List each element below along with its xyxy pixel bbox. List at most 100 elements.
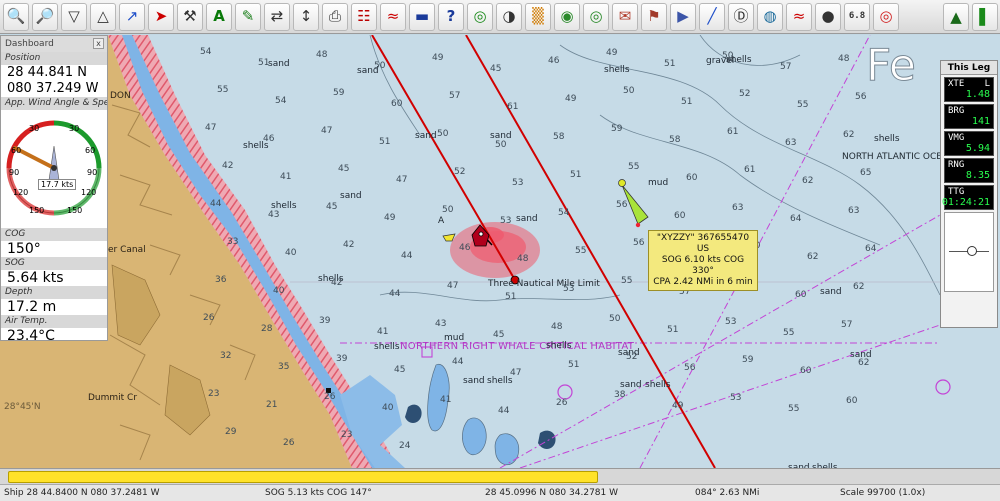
- leg-unit: L: [984, 79, 990, 89]
- depth-sounding: 45: [490, 64, 502, 74]
- depth-contour-3: [369, 35, 801, 136]
- chart-bar-thumb[interactable]: [8, 471, 598, 483]
- ais-toggle-icon[interactable]: Ⓓ: [728, 2, 754, 31]
- ais-target-name: "XYZZY" 367655470 US: [656, 233, 750, 254]
- radar-sweep-icon[interactable]: ◎: [583, 2, 609, 31]
- measure-icon[interactable]: ╱: [699, 2, 725, 31]
- track-icon[interactable]: ↕: [293, 2, 319, 31]
- canal-label: er Canal: [108, 245, 146, 255]
- depth-sounding: 51: [664, 59, 676, 69]
- depth-sounding: 46: [263, 134, 275, 144]
- settings-tools-icon[interactable]: ⚒: [177, 2, 203, 31]
- depth-sounding: 55: [217, 85, 229, 95]
- chart-scale-down-icon[interactable]: ▽: [61, 2, 87, 31]
- help-icon[interactable]: ?: [438, 2, 464, 31]
- depth-sounding: 38: [614, 390, 626, 400]
- leg-key: XTE: [948, 79, 965, 89]
- depth-sounding: 36: [215, 275, 227, 285]
- depth-sounding: 58: [669, 135, 681, 145]
- opencpn-window: 🔍 🔎 ▽ △ ↗ ➤ ⚒ A ✎ ⇄ ↕ ⎙ ☷ ≈ ▬ ? ◎ ◑ ▒ ◉ …: [0, 0, 1000, 501]
- nautical-chart-canvas[interactable]: NORTH ATLANTIC OCE Three Nautical Mile L…: [0, 35, 1000, 468]
- seabed-label: sand: [463, 376, 485, 386]
- depth-sounding: 53: [730, 393, 742, 403]
- gauge-tick: 90: [9, 168, 20, 177]
- lifebuoy-icon[interactable]: ◎: [873, 2, 899, 31]
- depth-sounding: 41: [280, 172, 292, 182]
- depth-sounding: 60: [674, 211, 686, 221]
- depth-sounding: 60: [795, 290, 807, 300]
- depth-sounding: 61: [727, 127, 739, 137]
- depth-sounding: 48: [316, 50, 328, 60]
- zoom-out-icon[interactable]: 🔎: [32, 2, 58, 31]
- depth-sounding: 52: [739, 89, 751, 99]
- chart-bar[interactable]: [0, 468, 1000, 484]
- logbook-icon[interactable]: ✉: [612, 2, 638, 31]
- depth-sounding: 47: [447, 281, 459, 291]
- chart-scale-up-icon[interactable]: △: [90, 2, 116, 31]
- depth-sounding: 64: [790, 214, 802, 224]
- depth-sounding: 53: [500, 216, 512, 226]
- seabed-label: sand: [516, 214, 538, 224]
- depth-sounding: 55: [797, 100, 809, 110]
- follow-ship-icon[interactable]: ➤: [148, 2, 174, 31]
- close-icon[interactable]: x: [93, 38, 104, 49]
- route-properties-icon[interactable]: ☷: [351, 2, 377, 31]
- depth-sounding: 62: [802, 176, 814, 186]
- text-toggle-icon[interactable]: A: [206, 2, 232, 31]
- depth-sounding: 48: [551, 322, 563, 332]
- print-icon[interactable]: ⎙: [322, 2, 348, 31]
- statistics-chart-icon[interactable]: ≈: [786, 2, 812, 31]
- globe-icon[interactable]: ◍: [757, 2, 783, 31]
- weather-grib-icon[interactable]: ▒: [525, 2, 551, 31]
- route-manager-icon[interactable]: ⇄: [264, 2, 290, 31]
- depth-sounding: 60: [846, 396, 858, 406]
- moon-phase-icon[interactable]: ●: [815, 2, 841, 31]
- status-cursor-position: 28 45.0996 N 080 34.2781 W: [485, 488, 619, 498]
- point-a-label: A: [438, 216, 445, 226]
- radar-target-icon[interactable]: ◎: [467, 2, 493, 31]
- depth-sounding: 44: [389, 289, 401, 299]
- depth-sounding: 52: [454, 167, 466, 177]
- cog-caption: COG: [1, 228, 107, 241]
- depth-sounding: 23: [341, 430, 353, 440]
- depth-sounding: 47: [396, 175, 408, 185]
- color-scheme-icon[interactable]: ▬: [409, 2, 435, 31]
- ownship-center: [478, 231, 484, 237]
- depth-sounding: 33: [227, 237, 239, 247]
- depth-value: 17.2 m: [7, 299, 57, 315]
- depth-sounding: 60: [800, 366, 812, 376]
- depth-sounding: 53: [563, 284, 575, 294]
- depth-sounding: 45: [493, 330, 505, 340]
- seabed-label: sand: [340, 191, 362, 201]
- tracking-icon[interactable]: ≈: [380, 2, 406, 31]
- gps-signal-icon[interactable]: ▌: [972, 3, 998, 31]
- depth-sounding: 29: [225, 427, 237, 437]
- depth-sounding: 44: [498, 406, 510, 416]
- depth-sounding: 50: [623, 86, 635, 96]
- play-route-icon[interactable]: ▶: [670, 2, 696, 31]
- leg-value: 5.94: [965, 143, 990, 154]
- gauge-tick: 150: [67, 206, 83, 215]
- position-lon: 080 37.249 W: [7, 81, 99, 96]
- depth-sounding: 44: [210, 199, 222, 209]
- depth-sounding: 55: [628, 162, 640, 172]
- ais-target-info[interactable]: "XYZZY" 367655470 US SOG 6.10 kts COG 33…: [648, 230, 758, 291]
- route-icon[interactable]: ↗: [119, 2, 145, 31]
- depth-sounding: 50: [609, 314, 621, 324]
- compass-north-icon[interactable]: ▲: [943, 3, 969, 31]
- version-badge-button[interactable]: 6.8: [844, 2, 870, 31]
- this-leg-title: This Leg: [941, 61, 997, 75]
- depth-sounding: 21: [266, 400, 278, 410]
- dashboard-plugin-icon[interactable]: ◉: [554, 2, 580, 31]
- night-sky-icon[interactable]: ◑: [496, 2, 522, 31]
- gauge-tick: 60: [85, 146, 96, 155]
- depth-sounding: 65: [860, 168, 872, 178]
- zoom-in-icon[interactable]: 🔍: [3, 2, 29, 31]
- depth-contour-4: [379, 291, 621, 302]
- pencil-draw-icon[interactable]: ✎: [235, 2, 261, 31]
- chart-downloader-icon[interactable]: ⚑: [641, 2, 667, 31]
- dashboard-title-bar[interactable]: Dashboard x: [1, 36, 107, 52]
- depth-sounding: 32: [220, 351, 232, 361]
- seabed-label: sand: [415, 131, 437, 141]
- depth-sounding: 48: [517, 254, 529, 264]
